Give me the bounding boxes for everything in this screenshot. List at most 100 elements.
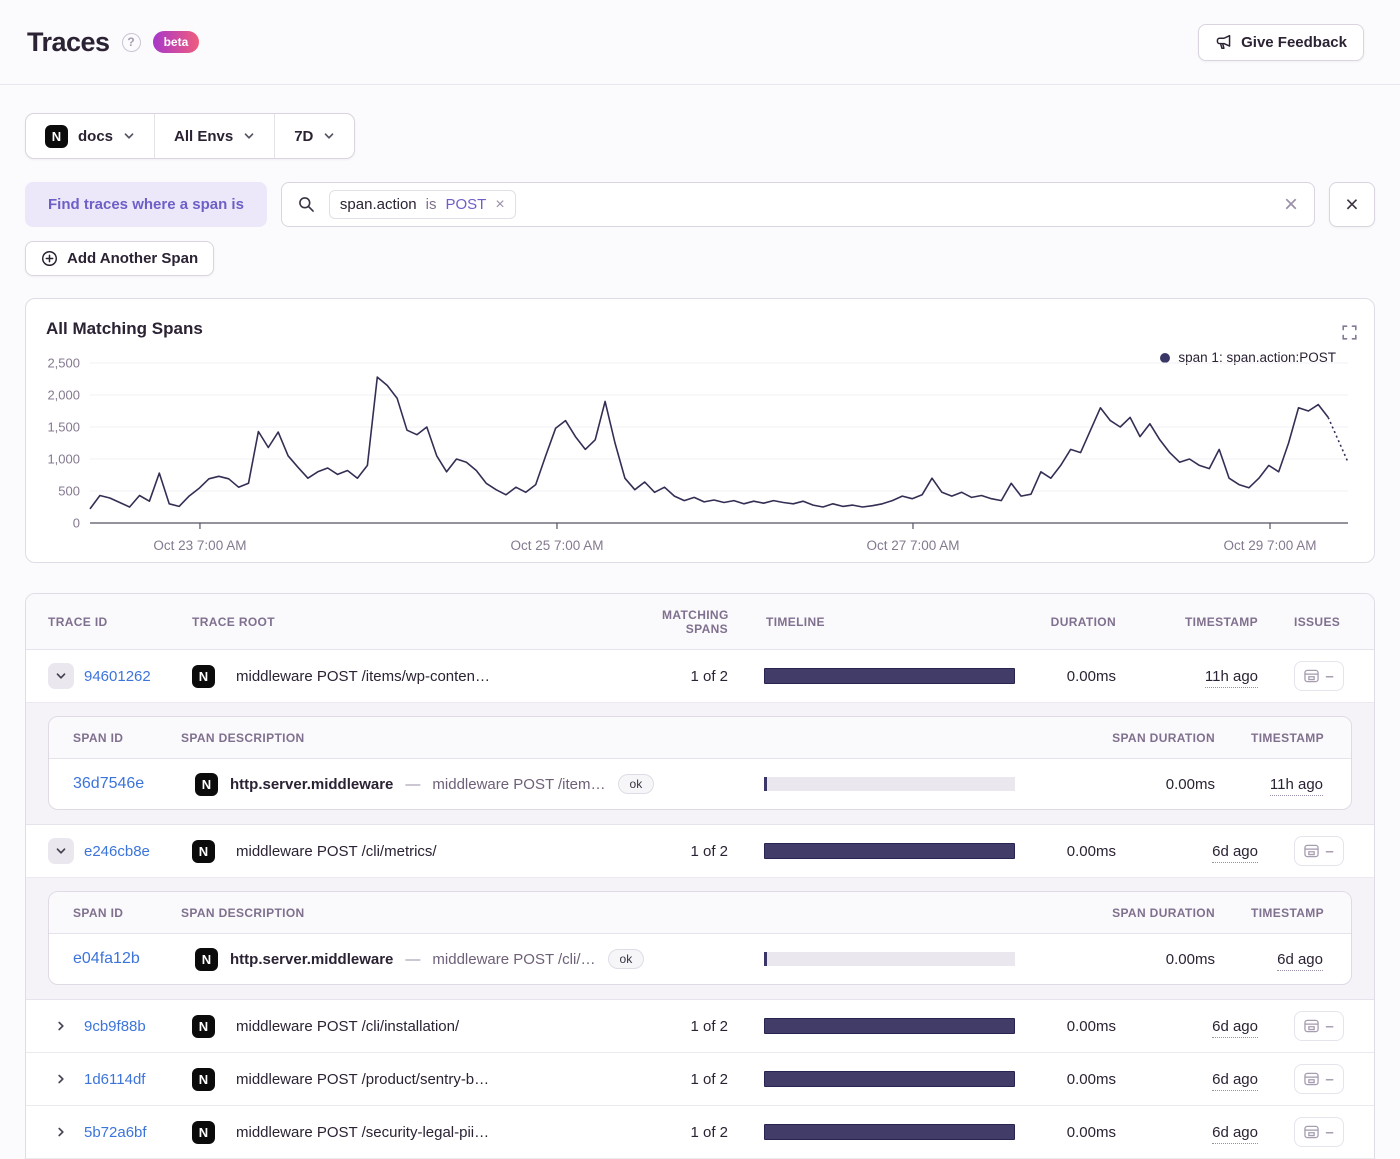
span-row: e04fa12b Nhttp.server.middleware — middlewa… — [49, 934, 1351, 984]
span-status-badge: ok — [617, 774, 655, 794]
issues-button[interactable]: – — [1294, 1064, 1344, 1094]
period-filter[interactable]: 7D — [274, 114, 354, 158]
span-description-cell: Nhttp.server.middleware — middleware POST … — [171, 772, 764, 796]
span-timeline-track — [764, 952, 1015, 966]
timeline-bar — [764, 1124, 1015, 1140]
span-id-link[interactable]: 36d7546e — [73, 775, 144, 792]
expand-trace-button[interactable] — [48, 1073, 74, 1085]
trace-search-input[interactable]: span.action is POST × × — [280, 182, 1315, 227]
trace-id-link[interactable]: 5b72a6bf — [84, 1124, 147, 1141]
span-col-0: SPAN ID — [73, 905, 124, 920]
col-trace-id: TRACE ID — [48, 614, 108, 629]
search-icon — [299, 197, 314, 212]
page-filter-bar: N docs All Envs 7D — [25, 113, 356, 159]
issues-cell: – — [1266, 836, 1374, 866]
chevron-down-icon — [56, 848, 66, 854]
trace-id-link[interactable]: e246cb8e — [84, 843, 150, 860]
svg-text:Oct 25 7:00 AM: Oct 25 7:00 AM — [510, 538, 603, 553]
span-sub-panel: SPAN ID SPAN DESCRIPTION SPAN DURATION TIME… — [26, 878, 1374, 1000]
timeline-cell — [764, 1124, 1024, 1140]
trace-id-link[interactable]: 1d6114df — [84, 1071, 145, 1088]
expand-trace-button[interactable] — [48, 1126, 74, 1138]
spans-chart: 0 500 1,000 1,500 2,000 2,500 Oct 23 7:00 AM Oc… — [47, 356, 1349, 553]
issues-cell: – — [1266, 1064, 1374, 1094]
token-operator: is — [425, 196, 437, 213]
span-timeline-tick — [764, 777, 767, 791]
timeline-bar — [764, 1018, 1015, 1034]
clear-search-icon[interactable]: × — [1284, 192, 1298, 217]
chevron-right-icon — [58, 1074, 64, 1084]
help-icon[interactable]: ? — [121, 32, 141, 52]
nextjs-platform-icon: N — [192, 839, 215, 863]
collapse-trace-button[interactable] — [48, 838, 74, 864]
issues-button[interactable]: – — [1294, 661, 1344, 691]
project-filter-label: docs — [78, 127, 114, 145]
give-feedback-button[interactable]: Give Feedback — [1198, 23, 1364, 61]
svg-text:2,500: 2,500 — [47, 356, 80, 371]
trace-timestamp: 6d ago — [1212, 1070, 1258, 1091]
span-id-link[interactable]: e04fa12b — [73, 950, 140, 967]
token-remove-icon[interactable]: × — [495, 196, 504, 213]
issues-button[interactable]: – — [1294, 836, 1344, 866]
trace-root-cell: Nmiddleware POST /security-legal-pii… — [168, 1120, 652, 1144]
chevron-right-icon — [58, 1021, 64, 1031]
timeline-cell — [764, 1018, 1024, 1034]
search-token[interactable]: span.action is POST × — [328, 190, 516, 219]
trace-row: e246cb8e Nmiddleware POST /cli/metrics/1 … — [26, 825, 1374, 878]
matching-spans-count: 1 of 2 — [690, 842, 728, 860]
chevron-down-icon — [325, 133, 334, 139]
trace-id-link[interactable]: 94601262 — [84, 668, 151, 685]
trace-duration: 0.00ms — [1066, 1123, 1116, 1141]
plus-circle-icon — [41, 250, 58, 267]
table-body: 94601262 Nmiddleware POST /items/wp-conte… — [26, 650, 1374, 1159]
trace-root-cell: Nmiddleware POST /product/sentry-b… — [168, 1067, 652, 1091]
table-header: TRACE ID TRACE ROOT MATCHING SPANS TIMEL… — [26, 594, 1374, 650]
timeline-cell — [764, 843, 1024, 859]
span-col-3: SPAN DURATION — [1112, 730, 1215, 745]
megaphone-icon — [1216, 34, 1231, 49]
trace-id-link[interactable]: 9cb9f88b — [84, 1018, 146, 1035]
svg-text:Oct 23 7:00 AM: Oct 23 7:00 AM — [153, 538, 246, 553]
expand-trace-button[interactable] — [48, 1020, 74, 1032]
chevron-down-icon — [244, 133, 254, 139]
span-table: SPAN ID SPAN DESCRIPTION SPAN DURATION TIME… — [48, 891, 1352, 985]
issues-button[interactable]: – — [1294, 1011, 1344, 1041]
trace-id-cell: e246cb8e — [26, 838, 168, 864]
nextjs-project-icon: N — [45, 124, 68, 148]
trace-duration: 0.00ms — [1066, 1017, 1116, 1035]
remove-span-filter-button[interactable]: × — [1329, 182, 1375, 227]
close-icon: × — [1345, 191, 1359, 217]
trace-timestamp: 6d ago — [1212, 1123, 1258, 1144]
project-filter[interactable]: N docs — [26, 114, 154, 158]
timeline-cell — [764, 668, 1024, 684]
span-table: SPAN ID SPAN DESCRIPTION SPAN DURATION TIME… — [48, 716, 1352, 810]
trace-root-cell: Nmiddleware POST /items/wp-conten… — [168, 664, 652, 688]
svg-text:Oct 29 7:00 AM: Oct 29 7:00 AM — [1223, 538, 1316, 553]
span-timestamp: 11h ago — [1269, 775, 1323, 796]
nextjs-platform-icon: N — [192, 1120, 215, 1144]
col-duration: DURATION — [1050, 614, 1116, 629]
trace-timestamp: 6d ago — [1212, 842, 1258, 863]
environment-filter[interactable]: All Envs — [154, 114, 274, 158]
expand-chart-button[interactable] — [1342, 325, 1357, 343]
trace-row: 1d6114df Nmiddleware POST /product/sentry… — [26, 1053, 1374, 1106]
svg-text:Oct 27 7:00 AM: Oct 27 7:00 AM — [866, 538, 959, 553]
issues-cell: – — [1266, 661, 1374, 691]
span-timestamp-cell: 6d ago — [1241, 950, 1351, 971]
issues-cell: – — [1266, 1117, 1374, 1147]
add-another-span-label: Add Another Span — [67, 250, 199, 267]
collapse-trace-button[interactable] — [48, 663, 74, 689]
add-another-span-button[interactable]: Add Another Span — [25, 241, 215, 276]
span-col-1: SPAN DESCRIPTION — [181, 730, 305, 745]
issues-empty-dash: – — [1325, 667, 1334, 685]
col-timeline: TIMELINE — [766, 614, 825, 629]
nextjs-platform-icon: N — [192, 664, 215, 688]
span-description: middleware POST /cli/… — [432, 950, 596, 968]
trace-timestamp: 6d ago — [1212, 1017, 1258, 1038]
svg-text:1,000: 1,000 — [47, 452, 80, 467]
span-duration: 0.00ms — [1165, 775, 1215, 793]
trace-id-cell: 1d6114df — [26, 1071, 168, 1088]
chevron-down-icon — [124, 133, 134, 139]
span-query-row: Find traces where a span is span.action … — [25, 182, 1375, 227]
issues-button[interactable]: – — [1294, 1117, 1344, 1147]
